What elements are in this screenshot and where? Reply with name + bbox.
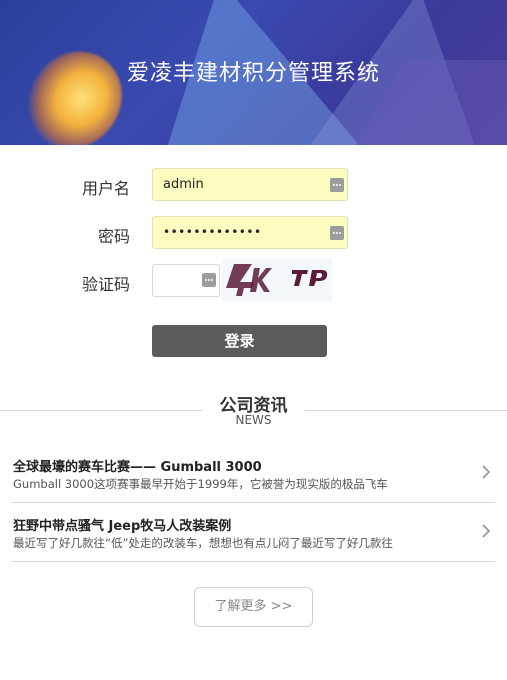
- password-row: 密码 •••••••••••••: [0, 216, 507, 250]
- captcha-label: 验证码: [81, 275, 130, 294]
- news-list-item[interactable]: 狂野中带点骚气 Jeep牧马人改装案例 最近写了好几款往“低”处走的改装车，想想…: [12, 504, 495, 562]
- captcha-glyphs: [226, 264, 328, 296]
- password-label: 密码: [97, 227, 130, 246]
- page-title: 爱凌丰建材积分管理系统: [126, 61, 380, 86]
- captcha-image[interactable]: [222, 258, 332, 302]
- news-summary: Gumball 3000这项赛事最早开始于1999年，它被誉为现实版的极品飞车: [13, 477, 388, 491]
- learn-more-button[interactable]: 了解更多 >>: [194, 587, 313, 627]
- chevron-right-icon: [482, 524, 491, 538]
- news-list-item[interactable]: 全球最壕的赛车比赛—— Gumball 3000 Gumball 3000这项赛…: [12, 445, 495, 503]
- username-label: 用户名: [81, 179, 130, 198]
- autofill-key-icon[interactable]: [330, 178, 344, 192]
- username-row: 用户名 admin: [0, 168, 507, 202]
- autofill-key-icon[interactable]: [330, 226, 344, 240]
- chevron-right-icon: [482, 465, 491, 479]
- password-value: •••••••••••••: [163, 225, 262, 239]
- captcha-input[interactable]: [152, 264, 220, 297]
- autofill-key-icon[interactable]: [202, 273, 216, 287]
- banner-glow-orb: [9, 33, 141, 145]
- password-input[interactable]: •••••••••••••: [152, 216, 348, 249]
- username-input[interactable]: admin: [152, 168, 348, 201]
- login-button[interactable]: 登录: [152, 325, 327, 357]
- header-banner: 爱凌丰建材积分管理系统: [0, 0, 507, 145]
- news-summary: 最近写了好几款往“低”处走的改装车，想想也有点儿闷了最近写了好几款往: [13, 536, 393, 550]
- username-value: admin: [163, 177, 204, 192]
- news-headline: 全球最壕的赛车比赛—— Gumball 3000: [13, 460, 262, 475]
- news-section-subtitle: NEWS: [235, 413, 272, 427]
- news-headline: 狂野中带点骚气 Jeep牧马人改装案例: [13, 519, 232, 534]
